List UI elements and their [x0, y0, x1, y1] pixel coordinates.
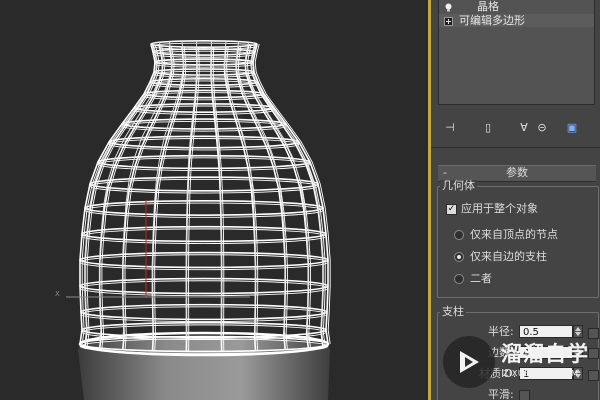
apply-whole-object-checkbox[interactable]: ✓	[446, 204, 457, 215]
vase-base-shaded	[78, 338, 330, 400]
modifier-stack-list[interactable]: 晶格 可编辑多边形	[438, 0, 595, 105]
play-logo-icon	[443, 336, 495, 388]
radio-struts-only[interactable]	[454, 252, 464, 262]
radio-joints-only[interactable]	[454, 230, 464, 240]
smooth-checkbox[interactable]	[519, 390, 530, 400]
struts-group-label: 支柱	[440, 305, 466, 318]
lattice-strut-edge	[254, 43, 331, 345]
stack-item-lattice[interactable]: 晶格	[439, 0, 594, 13]
viewport-canvas: X	[55, 40, 331, 400]
perspective-viewport[interactable]: X	[0, 0, 428, 400]
pin-stack-icon[interactable]: ⊣	[442, 120, 458, 136]
configure-sets-icon[interactable]: ▣	[564, 120, 580, 136]
make-unique-icon[interactable]: ∀	[516, 120, 532, 136]
watermark: 溜溜自学 ZIXUE.3066.COM	[443, 336, 595, 388]
watermark-url: ZIXUE.3066.COM	[503, 369, 579, 378]
rollout-title: 参数	[506, 166, 528, 179]
modifier-stack-toolbar: ⊣ ▯ ∀ ⊝ ▣	[438, 120, 593, 138]
apply-whole-object-label: 应用于整个对象	[461, 202, 538, 215]
panel-divider	[431, 147, 600, 148]
watermark-name: 溜溜自学	[501, 342, 589, 366]
lattice-ring	[108, 135, 300, 149]
lattice-strut	[252, 43, 329, 345]
stack-item-editable-poly[interactable]: 可编辑多边形	[439, 14, 594, 27]
radio-both-label: 二者	[470, 272, 492, 285]
radio-joints-only-label: 仅来自顶点的节点	[470, 228, 558, 241]
show-end-result-icon[interactable]: ▯	[480, 120, 496, 136]
lattice-strut	[79, 43, 156, 345]
stack-item-label: 可编辑多边形	[459, 14, 525, 27]
axis-x-label: X	[55, 290, 60, 298]
radio-selected-dot	[457, 255, 461, 259]
expand-plus-icon[interactable]	[444, 16, 453, 26]
radio-both[interactable]	[454, 274, 464, 284]
lightbulb-icon[interactable]	[444, 2, 453, 12]
smooth-label: 平滑:	[488, 388, 514, 400]
radio-struts-only-label: 仅来自边的支柱	[470, 250, 547, 263]
remove-modifier-icon[interactable]: ⊝	[534, 120, 550, 136]
geometry-group-label: 几何体	[440, 179, 477, 192]
stack-item-label: 晶格	[477, 0, 499, 13]
lattice-wireframe	[79, 40, 331, 355]
